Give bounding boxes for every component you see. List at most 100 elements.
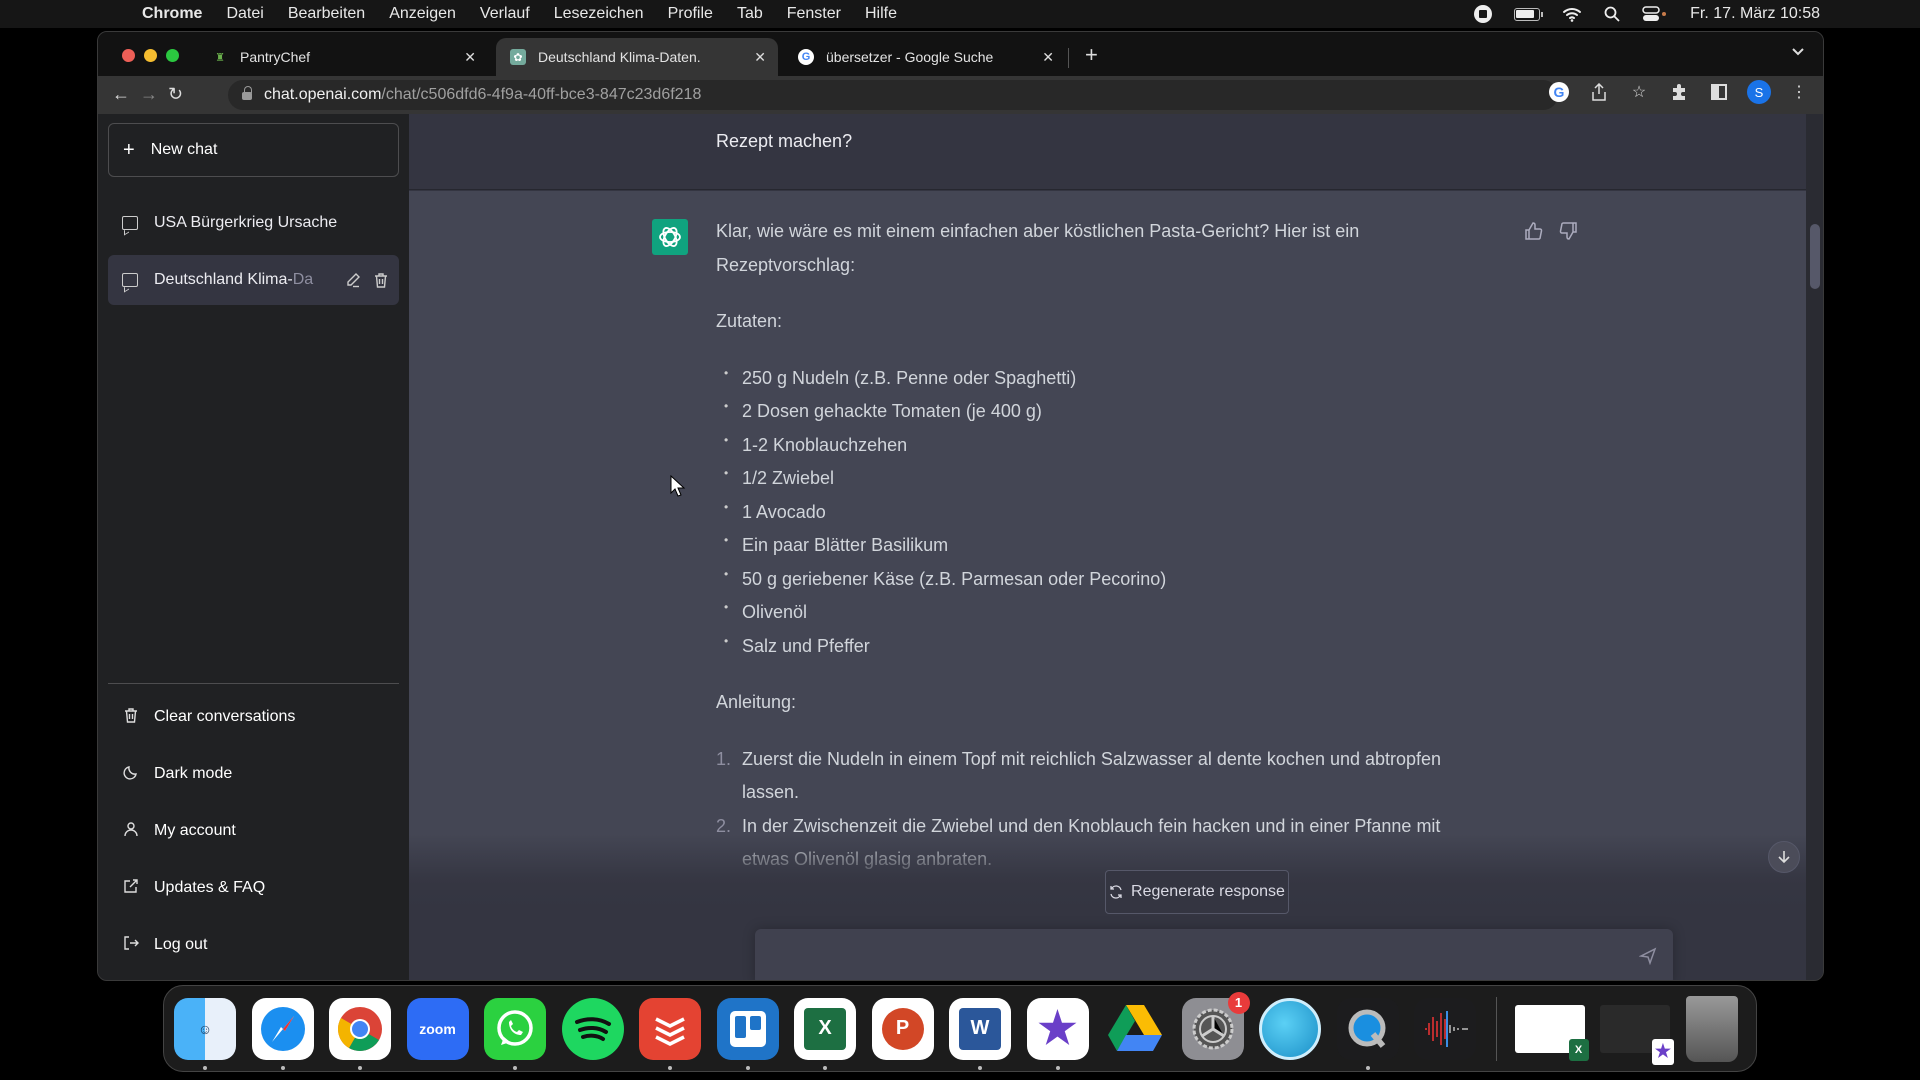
tab-divider	[1068, 48, 1069, 68]
more-menu-icon[interactable]: ⋮	[1787, 80, 1811, 104]
edit-pencil-icon[interactable]	[345, 272, 361, 288]
menu-lesezeichen[interactable]: Lesezeichen	[554, 5, 644, 23]
tab-title: PantryChef	[240, 49, 311, 65]
menu-bearbeiten[interactable]: Bearbeiten	[288, 5, 365, 23]
dock-trash[interactable]	[1685, 995, 1738, 1062]
word-icon: W	[959, 1007, 1001, 1050]
tab-search-chevron-icon[interactable]	[1791, 44, 1805, 60]
dark-mode-button[interactable]: Dark mode	[108, 751, 399, 797]
menu-app-name[interactable]: Chrome	[142, 5, 202, 23]
page-content: + New chat USA Bürgerkrieg Ursache Deuts…	[98, 114, 1823, 980]
dock-todoist[interactable]	[639, 997, 701, 1070]
ingredient-item: Salz und Pfeffer	[724, 625, 1476, 664]
lock-icon[interactable]	[242, 86, 252, 101]
dock-word[interactable]: W	[949, 997, 1011, 1070]
minimize-window-button[interactable]	[144, 49, 157, 62]
reload-button[interactable]: ↻	[168, 84, 183, 105]
minimized-window-thumbnail-icon: X	[1568, 1038, 1589, 1061]
dock-separator	[1495, 996, 1497, 1061]
side-panel-icon[interactable]	[1707, 80, 1731, 104]
menu-datei[interactable]: Datei	[226, 5, 263, 23]
dock-safari[interactable]	[251, 997, 314, 1070]
minimized-window-thumbnail-icon: ★	[1652, 1038, 1674, 1065]
menu-tab[interactable]: Tab	[737, 5, 763, 23]
menu-hilfe[interactable]: Hilfe	[865, 5, 897, 23]
tab-title: Deutschland Klima-Daten.	[538, 49, 701, 65]
regenerate-label: Regenerate response	[1131, 883, 1285, 900]
log-out-button[interactable]: Log out	[108, 922, 399, 968]
bookmark-star-icon[interactable]: ☆	[1627, 80, 1651, 104]
dock-chrome[interactable]	[329, 997, 391, 1070]
back-button[interactable]: ←	[112, 84, 130, 105]
chat-bubble-icon	[122, 216, 138, 230]
macos-menubar: Chrome Datei Bearbeiten Anzeigen Verlauf…	[0, 0, 1920, 28]
share-icon[interactable]	[1587, 80, 1611, 104]
clear-conversations-button[interactable]: Clear conversations	[108, 694, 399, 740]
dock-spotify[interactable]	[561, 997, 624, 1060]
menu-anzeigen[interactable]: Anzeigen	[389, 5, 456, 23]
dock-whatsapp[interactable]	[484, 997, 546, 1070]
dock-voice-memos[interactable]	[1414, 997, 1476, 1060]
tab-pantrychef[interactable]: ♜ PantryChef ✕	[198, 38, 488, 76]
tab-uebersetzer-google-suche[interactable]: G übersetzer - Google Suche ✕	[784, 38, 1066, 76]
scroll-to-bottom-button[interactable]	[1768, 841, 1800, 873]
tab-strip: ♜ PantryChef ✕ ✿ Deutschland Klima-Daten…	[98, 32, 1823, 76]
url-host: chat.openai.com	[264, 86, 382, 103]
dock-minimized-imovie-window[interactable]: ★	[1600, 1004, 1674, 1065]
dock-minimized-excel-window[interactable]: X	[1514, 1004, 1589, 1061]
thumbs-up-icon[interactable]	[1524, 221, 1544, 241]
tab-deutschland-klima-daten[interactable]: ✿ Deutschland Klima-Daten. ✕	[496, 38, 778, 76]
menu-profile[interactable]: Profile	[668, 5, 713, 23]
conversation-item[interactable]: USA Bürgerkrieg Ursache	[108, 198, 399, 248]
dock-quicktime[interactable]	[1336, 997, 1399, 1070]
new-chat-button[interactable]: + New chat	[108, 123, 399, 177]
user-message: Rezept machen?	[409, 114, 1806, 190]
my-account-button[interactable]: My account	[108, 808, 399, 854]
chat-bubble-icon	[122, 273, 138, 287]
close-tab-icon[interactable]: ✕	[1042, 49, 1054, 66]
control-center-icon[interactable]	[1642, 6, 1668, 22]
menubar-datetime[interactable]: Fr. 17. März 10:58	[1690, 5, 1820, 23]
chat-scrollbar[interactable]	[1806, 114, 1823, 980]
forward-button[interactable]: →	[140, 84, 158, 105]
profile-avatar[interactable]: S	[1747, 80, 1771, 104]
delete-trash-icon[interactable]	[373, 272, 389, 288]
send-icon[interactable]	[1639, 947, 1657, 965]
close-tab-icon[interactable]: ✕	[754, 49, 766, 66]
menu-fenster[interactable]: Fenster	[787, 5, 841, 23]
regenerate-response-button[interactable]: Regenerate response	[1105, 870, 1289, 914]
logout-icon	[122, 935, 140, 956]
new-tab-button[interactable]: +	[1085, 42, 1098, 68]
dock-imovie[interactable]: ★	[1026, 997, 1089, 1070]
address-bar[interactable]: chat.openai.com /chat/c506dfd6-4f9a-40ff…	[228, 80, 1558, 110]
excel-icon: X	[804, 1007, 846, 1050]
dock-excel[interactable]: X	[794, 997, 856, 1070]
chat-area: Rezept machen? Klar, wie wäre es mit ein…	[409, 114, 1823, 980]
browser-toolbar: ← → ↻ chat.openai.com /chat/c506dfd6-4f9…	[98, 76, 1823, 114]
dock-powerpoint[interactable]: P	[871, 997, 934, 1060]
dock-zoom[interactable]: zoom	[406, 997, 469, 1060]
scrollbar-thumb[interactable]	[1810, 224, 1820, 289]
dock-finder[interactable]: ☺	[174, 997, 236, 1070]
updates-faq-link[interactable]: Updates & FAQ	[108, 865, 399, 911]
dock-system-settings[interactable]: 1	[1181, 991, 1250, 1060]
dock-google-drive[interactable]	[1104, 998, 1166, 1060]
spotify-icon	[574, 1016, 611, 1041]
assistant-intro: Klar, wie wäre es mit einem einfachen ab…	[716, 221, 1360, 275]
maximize-window-button[interactable]	[166, 49, 179, 62]
close-tab-icon[interactable]: ✕	[464, 49, 476, 66]
battery-icon[interactable]	[1514, 7, 1544, 21]
google-lens-icon[interactable]: G	[1547, 80, 1571, 104]
thumbs-down-icon[interactable]	[1558, 221, 1578, 241]
message-input[interactable]	[755, 929, 1673, 980]
menu-verlauf[interactable]: Verlauf	[480, 5, 530, 23]
conversation-item-active[interactable]: Deutschland Klima-Da	[108, 255, 399, 305]
dock-trello[interactable]	[716, 997, 779, 1070]
dock-mirror-app[interactable]	[1259, 997, 1321, 1060]
spotlight-search-icon[interactable]	[1604, 6, 1620, 22]
wifi-icon[interactable]	[1562, 6, 1582, 22]
chrome-icon	[338, 1006, 382, 1051]
extensions-puzzle-icon[interactable]	[1667, 80, 1691, 104]
screen-record-icon[interactable]	[1474, 5, 1493, 23]
close-window-button[interactable]	[122, 49, 135, 62]
